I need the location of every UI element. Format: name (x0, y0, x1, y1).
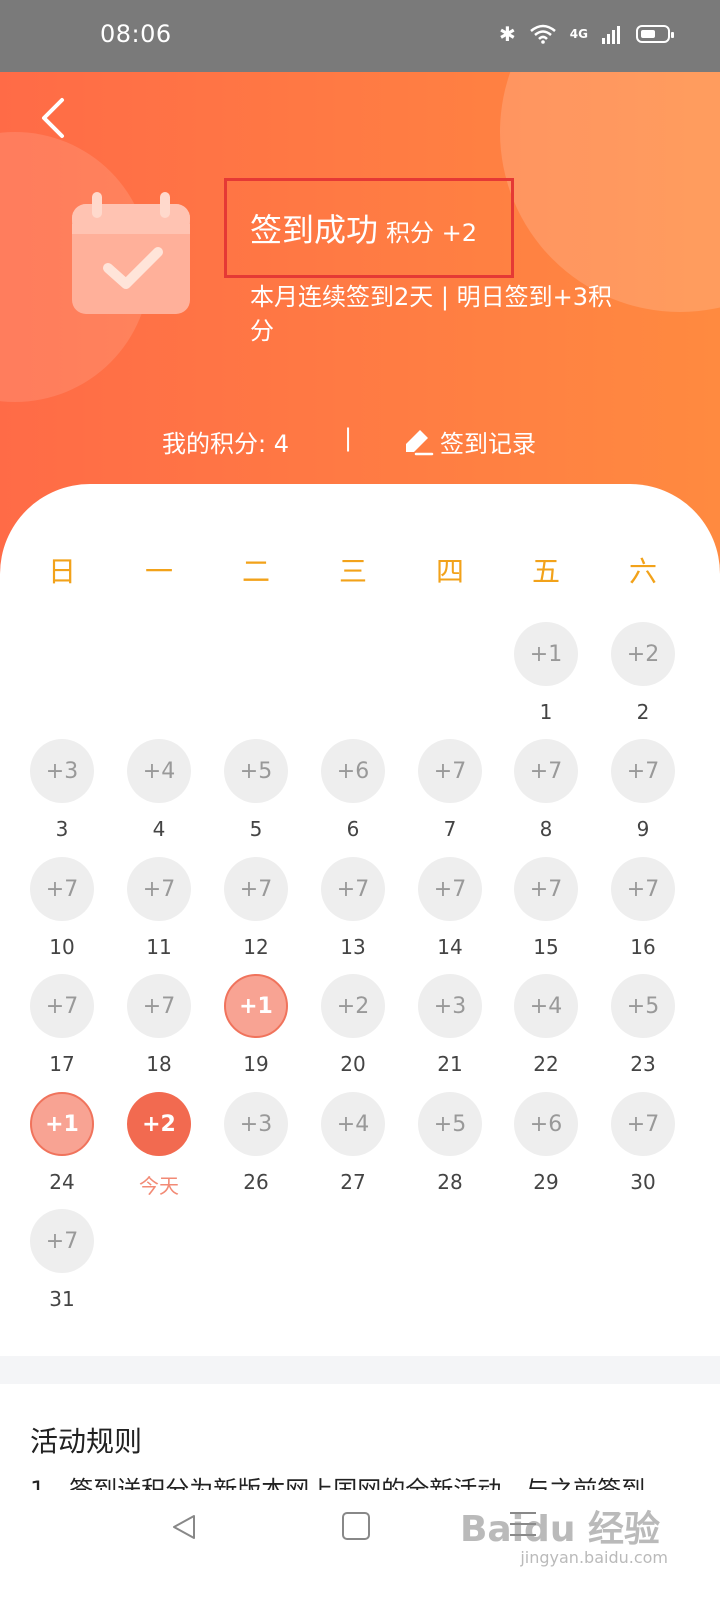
pen-icon (406, 429, 434, 455)
rules-title: 活动规则 (30, 1425, 143, 1458)
nav-home-icon[interactable] (342, 1512, 370, 1540)
status-icons: ✱ 4G (499, 22, 674, 46)
score-row: 我的积分: 4 | 签到记录 (0, 418, 720, 458)
streak-info: 本月连续签到2天 | 明日签到+3积分 (250, 283, 612, 345)
title-text: 签到成功 (250, 211, 379, 249)
points-earned: 积分 +2 (386, 219, 478, 247)
back-arrow-icon[interactable] (36, 96, 76, 140)
signin-success-title: 签到成功 积分 +2 (250, 210, 477, 253)
weekday-label: 日 (47, 555, 77, 588)
signin-record-link[interactable]: 签到记录 (402, 424, 536, 459)
weekday-label: 二 (241, 555, 271, 588)
score-divider: | (344, 424, 353, 452)
signin-record-label: 签到记录 (440, 430, 536, 458)
my-points[interactable]: 我的积分: 4 (162, 424, 289, 459)
weekday-label: 三 (338, 555, 368, 588)
baidu-watermark: Baidu 经验 (459, 1509, 660, 1550)
weekday-label: 一 (144, 555, 174, 588)
signal-icon (602, 26, 620, 44)
battery-icon (636, 25, 674, 43)
decor-circle (500, 72, 720, 312)
network-label: 4G (569, 27, 588, 41)
weekday-header: 日一二三四五六 (0, 550, 720, 590)
calendar-check-icon (72, 192, 190, 314)
weekday-label: 四 (435, 555, 465, 588)
calendar-card (0, 484, 720, 1364)
bluetooth-icon: ✱ (499, 22, 516, 46)
status-bar: 08:06 ✱ 4G (0, 0, 720, 72)
nav-back-icon[interactable] (170, 1512, 200, 1542)
weekday-label: 五 (531, 555, 561, 588)
status-time: 08:06 (100, 20, 172, 48)
wifi-icon (529, 24, 556, 44)
section-separator (0, 1356, 720, 1384)
watermark-url: jingyan.baidu.com (520, 1548, 668, 1567)
weekday-label: 六 (628, 555, 658, 588)
